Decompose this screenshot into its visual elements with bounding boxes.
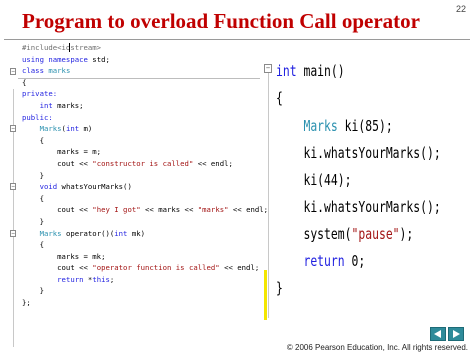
code-editor-right[interactable]: − int main() { Marks ki(85); ki.whatsYou…	[264, 62, 441, 322]
code-line: {	[22, 135, 44, 145]
code-line: int main()	[276, 62, 345, 80]
outline-guide	[268, 68, 269, 318]
code-line: public:	[22, 112, 53, 122]
title-divider	[4, 39, 470, 40]
code-line: };	[22, 298, 31, 308]
code-line: − Marks(int m)	[10, 124, 93, 134]
code-line: {	[22, 193, 44, 203]
code-line: private:	[22, 89, 58, 99]
code-line: return 0;	[303, 252, 366, 270]
code-line: marks = m;	[22, 147, 102, 157]
code-line: ki(44);	[276, 171, 352, 189]
code-line: − void whatsYourMarks()	[10, 182, 132, 192]
collapse-icon[interactable]: −	[10, 68, 16, 76]
code-line: marks = mk;	[22, 251, 106, 261]
code-line: ki.whatsYourMarks();	[276, 144, 441, 162]
code-line: {	[22, 77, 27, 87]
code-line: }	[22, 170, 44, 180]
code-line: }	[22, 286, 44, 296]
slide-title: Program to overload Function Call operat…	[22, 9, 420, 33]
code-line: using namespace std;	[22, 54, 110, 64]
code-line: Marks ki(85);	[303, 117, 393, 135]
code-line: − Marks operator()(int mk)	[10, 228, 146, 238]
code-line: }	[22, 216, 44, 226]
collapse-icon[interactable]: −	[10, 183, 16, 191]
code-line: return *this;	[57, 274, 115, 284]
code-line: {	[22, 240, 44, 250]
code-line: #include<iostream>	[22, 43, 102, 52]
code-line: cout << "hey I got" << marks << "marks" …	[22, 205, 269, 215]
code-line: cout << "operator function is called" <<…	[22, 263, 260, 273]
code-line: }	[276, 279, 283, 297]
code-line: {	[276, 89, 283, 107]
code-line: ki.whatsYourMarks();	[276, 198, 441, 216]
change-marker	[264, 270, 267, 320]
triangle-left-icon	[434, 330, 441, 338]
code-line: − class marks	[10, 66, 71, 76]
code-editor-left[interactable]: #include<iostream> using namespace std; …	[8, 42, 269, 354]
next-slide-button[interactable]	[448, 327, 464, 341]
slide-number: 22	[455, 4, 466, 14]
collapse-icon[interactable]: −	[10, 229, 16, 237]
code-line: cout << "constructor is called" << endl;	[22, 158, 233, 168]
code-line: system("pause");	[276, 225, 414, 243]
previous-slide-button[interactable]	[430, 327, 446, 341]
triangle-right-icon	[453, 330, 460, 338]
code-line: int marks;	[39, 100, 84, 110]
collapse-icon[interactable]: −	[10, 125, 16, 133]
collapse-icon[interactable]: −	[264, 64, 272, 73]
copyright-footer: © 2006 Pearson Education, Inc. All right…	[286, 343, 468, 352]
